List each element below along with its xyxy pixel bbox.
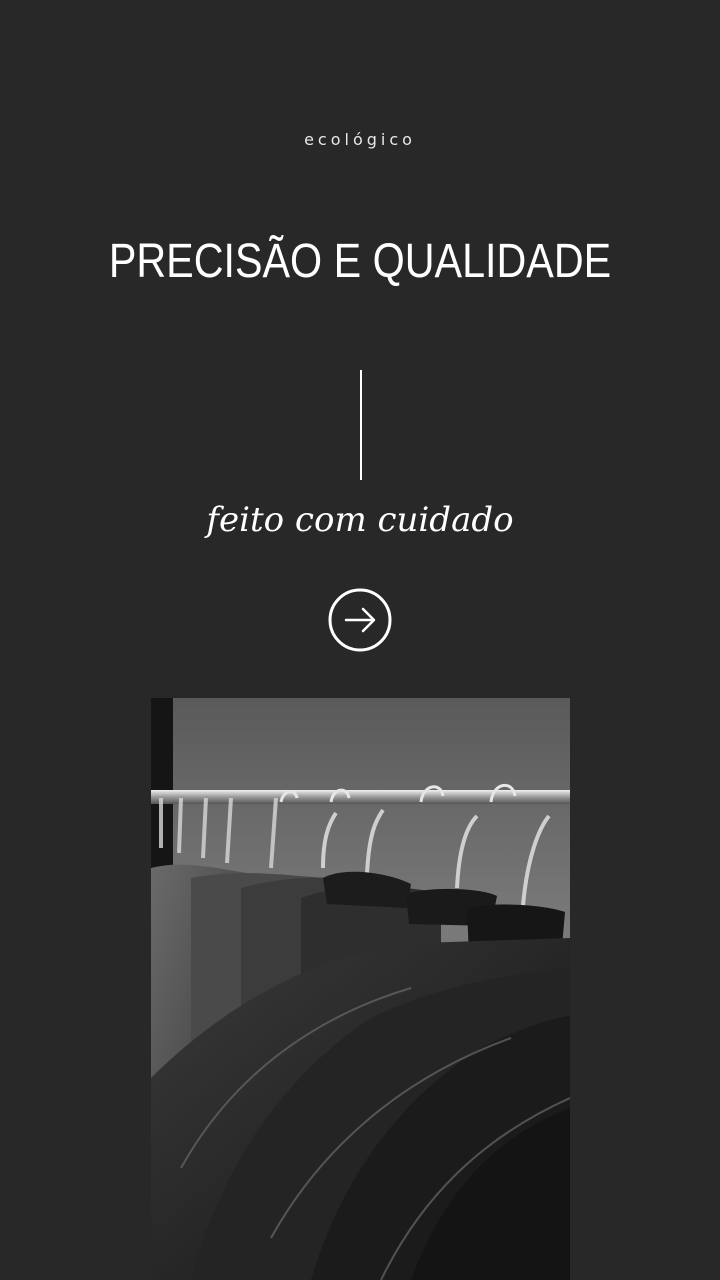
next-button[interactable]	[328, 588, 392, 652]
page-title: PRECISÃO E QUALIDADE	[108, 235, 612, 288]
page: ecológico PRECISÃO E QUALIDADE feito com…	[0, 0, 720, 1280]
vertical-divider	[360, 370, 362, 480]
tagline: feito com cuidado	[206, 500, 514, 540]
arrow-right-icon	[328, 588, 392, 652]
eyebrow-label: ecológico	[304, 130, 416, 149]
clothing-rack-photo	[151, 698, 570, 1280]
